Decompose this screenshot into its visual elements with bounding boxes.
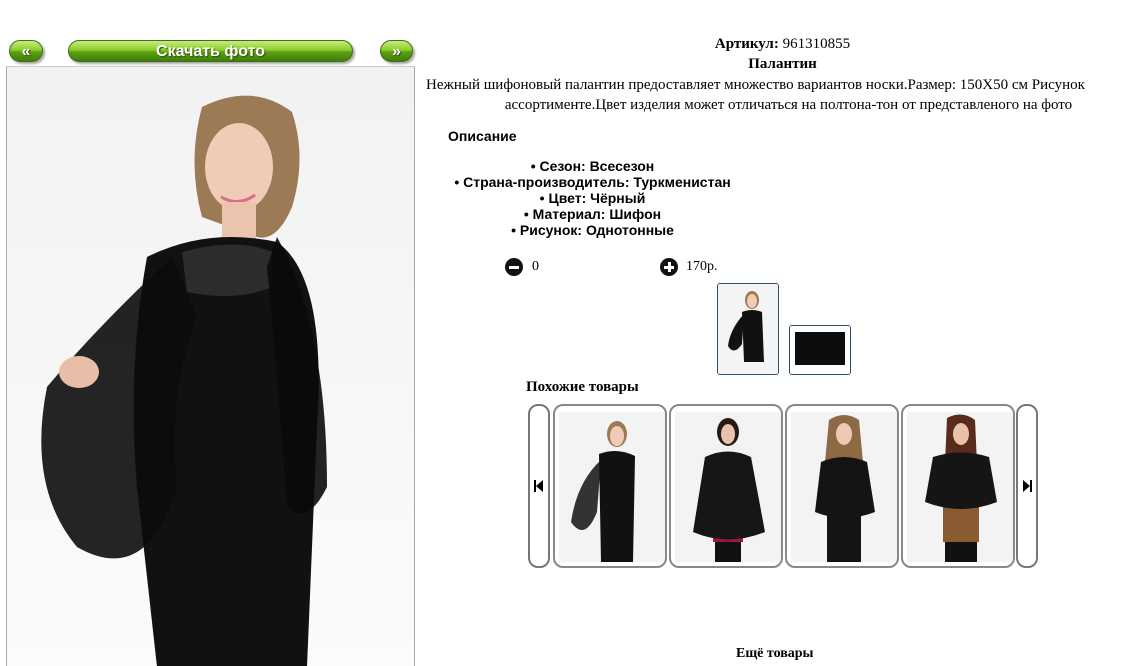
quantity-value: 0 bbox=[532, 259, 539, 274]
download-photo-button[interactable]: Скачать фото bbox=[68, 40, 353, 62]
more-products-heading: Ещё товары bbox=[736, 646, 814, 661]
photo-thumbnail-1[interactable] bbox=[717, 283, 779, 375]
product-model-image bbox=[41, 95, 327, 666]
similar-product-image bbox=[675, 412, 781, 562]
similar-product-image bbox=[907, 412, 1013, 562]
previous-photo-button[interactable]: « bbox=[9, 40, 43, 62]
thumbnail-fabric-image bbox=[790, 326, 850, 374]
similar-product-card[interactable] bbox=[785, 404, 899, 568]
article-value: 961310855 bbox=[782, 36, 851, 52]
similar-product-image bbox=[791, 412, 897, 562]
article-number: Артикул: 961310855 bbox=[425, 36, 1127, 53]
product-title: Палантин bbox=[748, 56, 817, 72]
main-product-photo[interactable] bbox=[6, 66, 415, 666]
similar-product-card[interactable] bbox=[669, 404, 783, 568]
product-description-line-1: Нежный шифоновый палантин предоставляет … bbox=[426, 77, 1085, 93]
skip-forward-icon bbox=[1023, 480, 1032, 492]
property-pattern: • Рисунок: Однотонные bbox=[511, 222, 674, 238]
product-description-line-2: ассортименте.Цвет изделия может отличать… bbox=[504, 97, 1073, 113]
similar-product-card[interactable] bbox=[553, 404, 667, 568]
similar-product-card[interactable] bbox=[901, 404, 1015, 568]
plus-circle-icon[interactable] bbox=[660, 258, 678, 276]
property-season: • Сезон: Всесезон bbox=[530, 158, 655, 174]
photo-thumbnail-2[interactable] bbox=[789, 325, 851, 375]
property-color: • Цвет: Чёрный bbox=[539, 190, 646, 206]
price-value: 170р. bbox=[686, 259, 718, 274]
minus-circle-icon[interactable] bbox=[505, 258, 523, 276]
product-properties: • Сезон: Всесезон • Страна-производитель… bbox=[450, 158, 735, 238]
property-material: • Материал: Шифон bbox=[523, 206, 662, 222]
similar-products-heading: Похожие товары bbox=[526, 379, 639, 395]
property-country: • Страна-производитель: Туркменистан bbox=[454, 174, 731, 190]
article-label: Артикул: bbox=[714, 36, 779, 52]
next-photo-button[interactable]: » bbox=[380, 40, 413, 62]
thumbnail-model-image bbox=[718, 284, 778, 374]
description-heading: Описание bbox=[448, 128, 517, 144]
carousel-next-button[interactable] bbox=[1016, 404, 1038, 568]
carousel-prev-button[interactable] bbox=[528, 404, 550, 568]
similar-product-image bbox=[559, 412, 665, 562]
skip-back-icon bbox=[534, 480, 543, 492]
